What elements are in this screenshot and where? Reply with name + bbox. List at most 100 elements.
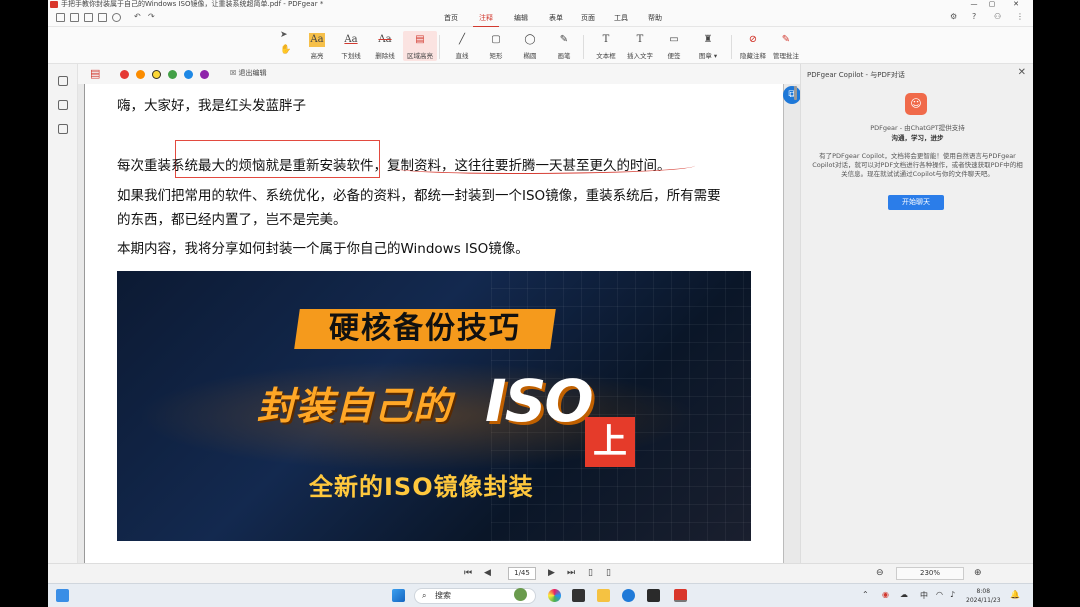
tool-underline[interactable]: Aa 下划线 bbox=[334, 31, 368, 61]
tool-label: 插入文字 bbox=[627, 52, 653, 60]
wifi-icon[interactable]: ◠ bbox=[936, 590, 943, 599]
tool-ellipse[interactable]: ◯ 椭圆 bbox=[513, 31, 547, 61]
tool-highlight[interactable]: Aa 高亮 bbox=[300, 31, 334, 61]
doc-line-5: 本期内容，我将分享如何封装一个属于你自己的Windows ISO镜像。 bbox=[117, 241, 529, 257]
exit-edit-button[interactable]: ☒ 退出编辑 bbox=[230, 68, 267, 78]
tool-textbox[interactable]: T 文本框 bbox=[589, 31, 623, 61]
tab-home[interactable]: 首页 bbox=[436, 13, 466, 23]
color-green[interactable] bbox=[168, 70, 177, 79]
tool-rectangle[interactable]: ▢ 矩形 bbox=[479, 31, 513, 61]
zoom-out-icon[interactable]: ⊖ bbox=[876, 568, 884, 578]
next-page-icon[interactable]: ▶ bbox=[548, 568, 555, 578]
redo-icon[interactable]: ↷ bbox=[148, 12, 155, 21]
copilot-app-icon[interactable] bbox=[548, 589, 561, 602]
tab-tools[interactable]: 工具 bbox=[606, 13, 636, 23]
double-page-view-icon[interactable]: ▯ bbox=[606, 568, 611, 578]
new-file-icon[interactable] bbox=[56, 13, 65, 22]
tool-area-highlight[interactable]: ▤ 区域高亮 bbox=[403, 31, 437, 61]
color-blue[interactable] bbox=[184, 70, 193, 79]
tab-form[interactable]: 表单 bbox=[541, 13, 571, 23]
tray-app-icon[interactable]: ◉ bbox=[882, 590, 889, 599]
comments-icon[interactable] bbox=[58, 124, 68, 134]
tab-annotate[interactable]: 注释 bbox=[471, 13, 501, 27]
textbox-icon: T bbox=[602, 34, 610, 45]
color-orange[interactable] bbox=[136, 70, 145, 79]
tool-label: 画笔 bbox=[557, 52, 571, 60]
task-view-icon[interactable] bbox=[56, 589, 69, 602]
tool-stamp[interactable]: ♜ 图章 ▾ bbox=[691, 31, 725, 61]
ime-indicator[interactable]: 中 bbox=[920, 590, 928, 601]
translate-float-icon[interactable]: ⧉ bbox=[783, 86, 801, 104]
tool-manage-annotations[interactable]: ✎ 管理批注 bbox=[769, 31, 803, 61]
taskbar-clock[interactable]: 8:08 2024/11/23 bbox=[966, 587, 1001, 605]
tray-cloud-icon[interactable]: ☁ bbox=[900, 590, 908, 599]
copilot-powered: PDFgear - 由ChatGPT提供支持 bbox=[870, 124, 965, 132]
tool-line[interactable]: ╱ 直线 bbox=[445, 31, 479, 61]
more-icon[interactable]: ⋮ bbox=[1016, 12, 1024, 21]
highlight-icon: Aa bbox=[309, 33, 325, 47]
first-page-icon[interactable]: ⏮ bbox=[464, 568, 472, 578]
tab-page[interactable]: 页面 bbox=[573, 13, 603, 23]
help-icon[interactable]: ? bbox=[972, 12, 976, 21]
search-placeholder: 搜索 bbox=[435, 591, 451, 600]
tool-label: 图章 ▾ bbox=[698, 52, 718, 60]
scrollbar-thumb[interactable] bbox=[794, 86, 797, 100]
start-chat-button[interactable]: 开始聊天 bbox=[888, 195, 944, 210]
open-file-icon[interactable] bbox=[70, 13, 79, 22]
tool-strikethrough[interactable]: Aa 删除线 bbox=[368, 31, 402, 61]
tool-hide-annotations[interactable]: ⊘ 隐藏注释 bbox=[736, 31, 770, 61]
zoom-level[interactable]: 230% bbox=[896, 567, 964, 580]
user-icon[interactable]: ⚇ bbox=[994, 12, 1001, 21]
pdfgear-taskbar-icon[interactable] bbox=[674, 589, 687, 602]
undo-icon[interactable]: ↶ bbox=[134, 12, 141, 21]
file-explorer-icon[interactable] bbox=[597, 589, 610, 602]
tray-chevron-icon[interactable]: ⌃ bbox=[862, 590, 869, 599]
last-page-icon[interactable]: ⏭ bbox=[567, 568, 575, 578]
page-number-input[interactable]: 1/45 bbox=[508, 567, 536, 580]
color-picker[interactable] bbox=[200, 70, 209, 79]
select-cursor-icon[interactable]: ➤ bbox=[280, 30, 288, 40]
clock-date: 2024/11/23 bbox=[966, 597, 1001, 604]
zoom-in-icon[interactable]: ⊕ bbox=[974, 568, 982, 578]
ribbon-tab-bar: ↶ ↷ 首页 注释 编辑 表单 页面 工具 帮助 ⚙ ? ⚇ ⋮ bbox=[48, 9, 1033, 27]
single-page-view-icon[interactable]: ▯ bbox=[588, 568, 593, 578]
notification-bell-icon[interactable]: 🔔 bbox=[1010, 590, 1020, 599]
tool-label: 矩形 bbox=[489, 52, 503, 60]
save-icon[interactable] bbox=[84, 13, 93, 22]
hand-tool-icon[interactable]: ✋ bbox=[280, 45, 291, 55]
document-viewer: ▤ ☒ 退出编辑 嗨，大家好，我是红头发蓝胖子 每次重装系统最大的烦恼就是重新安… bbox=[78, 64, 801, 581]
tab-help[interactable]: 帮助 bbox=[640, 13, 670, 23]
settings-icon[interactable]: ⚙ bbox=[950, 12, 957, 21]
manage-annotations-icon: ✎ bbox=[781, 34, 791, 45]
tool-insert-text[interactable]: T 插入文字 bbox=[623, 31, 657, 61]
stamp-icon: ♜ bbox=[703, 34, 713, 45]
tool-pen[interactable]: ✎ 画笔 bbox=[547, 31, 581, 61]
store-app-icon[interactable] bbox=[647, 589, 660, 602]
close-panel-icon[interactable]: ✕ bbox=[1018, 67, 1026, 78]
tool-note[interactable]: ▭ 便签 bbox=[657, 31, 691, 61]
banner-subtitle: 全新的ISO镜像封装 bbox=[309, 473, 534, 501]
bookmark-icon[interactable] bbox=[58, 76, 68, 86]
edge-browser-icon[interactable] bbox=[622, 589, 635, 602]
terminal-app-icon[interactable] bbox=[572, 589, 585, 602]
banner-part: 上 bbox=[585, 417, 635, 467]
search-icon: ⌕ bbox=[422, 591, 427, 600]
doc-line-3: 如果我们把常用的软件、系统优化，必备的资料，都统一封装到一个ISO镜像，重装系统… bbox=[117, 188, 721, 204]
maximize-button[interactable]: ▢ bbox=[986, 0, 998, 9]
share-icon[interactable] bbox=[112, 13, 121, 22]
tab-edit[interactable]: 编辑 bbox=[506, 13, 536, 23]
toolbar-separator bbox=[731, 35, 732, 59]
start-menu-icon[interactable] bbox=[392, 589, 405, 602]
color-red[interactable] bbox=[120, 70, 129, 79]
prev-page-icon[interactable]: ◀ bbox=[484, 568, 491, 578]
volume-icon[interactable]: ♪ bbox=[950, 590, 955, 599]
windows-taskbar: ⌕ 搜索 ⌃ ◉ ☁ 中 ◠ ♪ 8:08 2024/11/23 🔔 bbox=[48, 583, 1033, 607]
color-yellow-selected[interactable] bbox=[152, 70, 161, 79]
thumbnails-icon[interactable] bbox=[58, 100, 68, 110]
tool-label: 管理批注 bbox=[773, 52, 799, 60]
widget-icon[interactable] bbox=[514, 588, 527, 601]
close-button[interactable]: ✕ bbox=[1010, 0, 1022, 9]
minimize-button[interactable]: — bbox=[968, 0, 980, 9]
print-icon[interactable] bbox=[98, 13, 107, 22]
pen-icon: ✎ bbox=[559, 34, 569, 45]
